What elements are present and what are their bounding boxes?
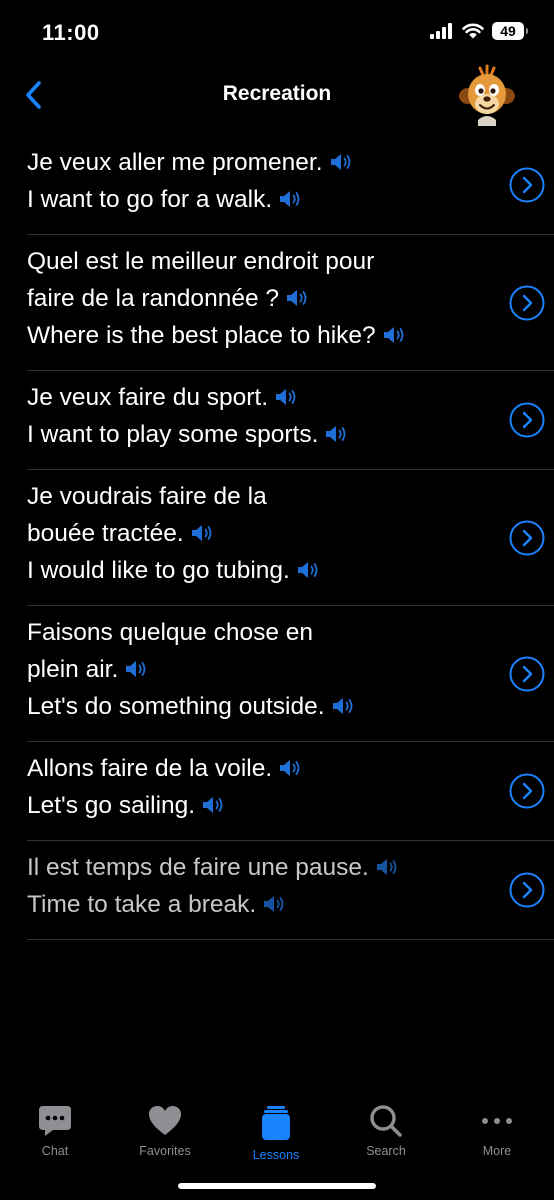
signal-icon	[430, 23, 452, 39]
heart-icon	[149, 1106, 181, 1135]
home-indicator[interactable]	[178, 1183, 376, 1189]
french-phrase: Je voudrais faire de la bouée tractée.	[27, 478, 554, 552]
status-time: 11:00	[42, 20, 100, 45]
speaker-icon[interactable]	[375, 857, 401, 877]
speaker-icon[interactable]	[296, 560, 322, 580]
phrase-row[interactable]: Je voudrais faire de la bouée tractée. I …	[27, 470, 554, 606]
tab-label: Chat	[41, 1144, 69, 1158]
status-icons: 49	[430, 22, 528, 40]
french-phrase: Faisons quelque chose en plein air.	[27, 614, 554, 688]
battery-indicator: 49	[492, 22, 528, 40]
speaker-icon[interactable]	[278, 758, 304, 778]
phrase-text: Faisons quelque chose en	[27, 619, 314, 646]
phrase-text: bouée tractée.	[27, 520, 184, 547]
tab-favorites[interactable]: Favorites	[110, 1104, 220, 1158]
speaker-icon[interactable]	[285, 288, 311, 308]
french-phrase: Je veux faire du sport.	[27, 379, 554, 416]
speaker-icon[interactable]	[331, 696, 357, 716]
tab-more[interactable]: More	[442, 1104, 552, 1158]
phrase-text: Allons faire de la voile.	[27, 755, 273, 782]
phrase-row[interactable]: Je veux aller me promener. I want to go …	[27, 136, 554, 235]
phrase-text: Time to take a break.	[27, 891, 257, 918]
phrase-row[interactable]: Quel est le meilleur endroit pour faire d…	[27, 235, 554, 371]
phrase-text: Let's do something outside.	[27, 693, 325, 720]
phrase-row[interactable]: Je veux faire du sport. I want to play s…	[27, 371, 554, 470]
phrase-row[interactable]: Faisons quelque chose en plein air. Let's…	[27, 606, 554, 742]
english-phrase: Time to take a break.	[27, 886, 554, 923]
tab-search[interactable]: Search	[331, 1104, 441, 1158]
chevron-right-circle-icon[interactable]	[509, 402, 545, 438]
tab-label: Search	[366, 1144, 406, 1158]
wifi-icon	[462, 23, 484, 39]
phrase-text: I want to go for a walk.	[27, 186, 273, 213]
phrase-text: Je veux faire du sport.	[27, 384, 269, 411]
english-phrase: I would like to go tubing.	[27, 552, 554, 589]
speaker-icon[interactable]	[262, 894, 288, 914]
speaker-icon[interactable]	[278, 189, 304, 209]
phrase-row[interactable]: Il est temps de faire une pause. Time to…	[27, 841, 554, 940]
english-phrase: Where is the best place to hike?	[27, 317, 554, 354]
english-phrase: I want to play some sports.	[27, 416, 554, 453]
speaker-icon[interactable]	[274, 387, 300, 407]
english-phrase: I want to go for a walk.	[27, 181, 554, 218]
phrase-text: I would like to go tubing.	[27, 557, 290, 584]
tab-chat[interactable]: Chat	[0, 1104, 110, 1158]
phrase-text: Let's go sailing.	[27, 792, 196, 819]
speaker-icon[interactable]	[190, 523, 216, 543]
speaker-icon[interactable]	[324, 424, 350, 444]
phrase-text: Quel est le meilleur endroit pour	[27, 248, 375, 275]
chevron-right-circle-icon[interactable]	[509, 872, 545, 908]
phrase-text: Where is the best place to hike?	[27, 322, 376, 349]
chevron-right-circle-icon[interactable]	[509, 656, 545, 692]
speaker-icon[interactable]	[124, 659, 150, 679]
meerkat-mascot-icon[interactable]	[456, 64, 518, 126]
more-icon	[482, 1118, 512, 1124]
chevron-right-circle-icon[interactable]	[509, 167, 545, 203]
phrase-text: faire de la randonnée ?	[27, 285, 279, 312]
phrase-text: Il est temps de faire une pause.	[27, 854, 369, 881]
speaker-icon[interactable]	[201, 795, 227, 815]
english-phrase: Let's go sailing.	[27, 787, 554, 824]
navigation-bar: Recreation	[0, 64, 554, 126]
phrase-text: plein air.	[27, 656, 119, 683]
english-phrase: Let's do something outside.	[27, 688, 554, 725]
phrase-list: Je veux aller me promener. I want to go …	[27, 136, 554, 940]
status-bar: 11:00 49	[0, 0, 554, 64]
tab-lessons[interactable]: Lessons	[221, 1104, 331, 1162]
tab-label: Favorites	[139, 1144, 191, 1158]
tab-label: Lessons	[252, 1148, 300, 1162]
speaker-icon[interactable]	[329, 152, 355, 172]
phrase-text: I want to play some sports.	[27, 421, 319, 448]
french-phrase: Allons faire de la voile.	[27, 750, 554, 787]
french-phrase: Quel est le meilleur endroit pour faire d…	[27, 243, 554, 317]
speaker-icon[interactable]	[382, 325, 408, 345]
chevron-right-circle-icon[interactable]	[509, 773, 545, 809]
tab-label: More	[482, 1144, 512, 1158]
french-phrase: Je veux aller me promener.	[27, 144, 554, 181]
search-icon	[370, 1105, 402, 1137]
phrase-text: Je veux aller me promener.	[27, 149, 323, 176]
phrase-text: Je voudrais faire de la	[27, 483, 267, 510]
french-phrase: Il est temps de faire une pause.	[27, 849, 554, 886]
chat-icon	[39, 1106, 71, 1136]
chevron-right-circle-icon[interactable]	[509, 520, 545, 556]
lessons-icon	[262, 1106, 290, 1140]
tab-bar: Chat Favorites Lessons Search More	[0, 1084, 554, 1200]
phrase-row[interactable]: Allons faire de la voile. Let's go saili…	[27, 742, 554, 841]
chevron-right-circle-icon[interactable]	[509, 285, 545, 321]
